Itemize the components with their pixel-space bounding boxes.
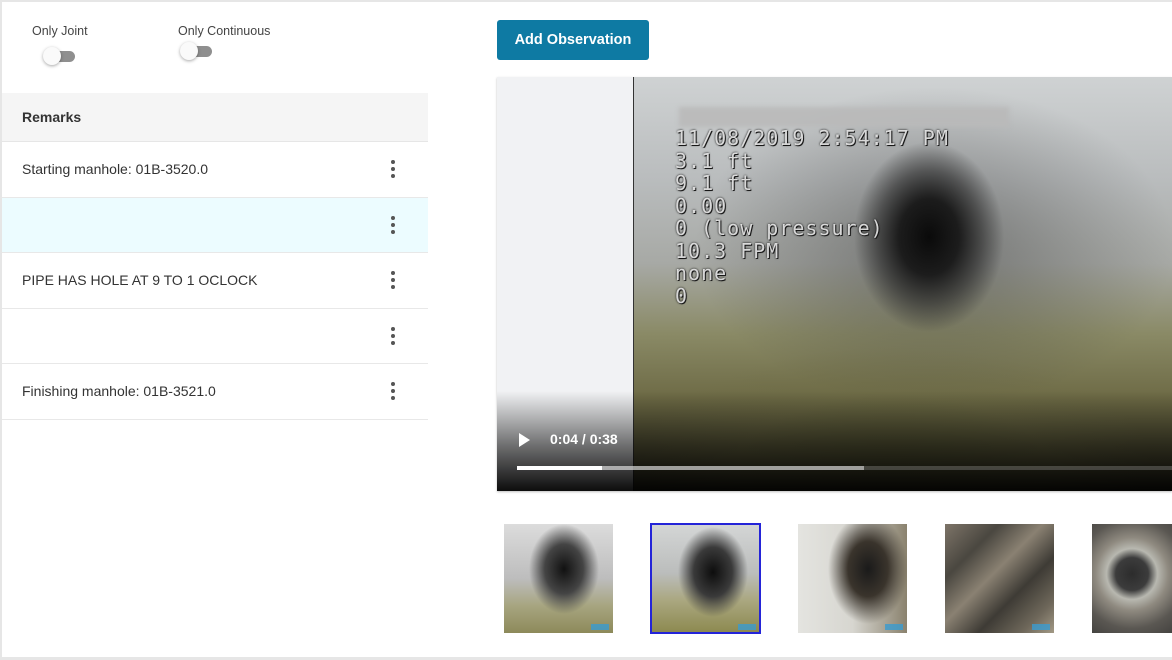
observation-panel: Only Joint Only Continuous Remarks Start… — [2, 2, 1172, 657]
only-joint-label: Only Joint — [32, 24, 88, 38]
only-joint-toggle[interactable] — [42, 47, 77, 65]
redacted-overlay-line — [679, 107, 1009, 127]
more-options-icon[interactable] — [388, 382, 398, 401]
remark-text: PIPE HAS HOLE AT 9 TO 1 OCLOCK — [22, 272, 258, 289]
more-options-icon[interactable] — [388, 160, 398, 179]
more-options-icon[interactable] — [388, 215, 398, 234]
video-played-bar — [517, 466, 603, 470]
thumbnail[interactable] — [1092, 524, 1172, 633]
thumbnail[interactable] — [945, 524, 1054, 633]
only-continuous-filter: Only Continuous — [178, 24, 270, 60]
more-options-icon[interactable] — [388, 271, 398, 290]
more-options-icon[interactable] — [388, 326, 398, 345]
remark-row[interactable] — [2, 197, 428, 253]
remark-row[interactable] — [2, 309, 428, 364]
only-joint-filter: Only Joint — [32, 24, 88, 65]
remark-row[interactable]: PIPE HAS HOLE AT 9 TO 1 OCLOCK — [2, 253, 428, 309]
remarks-table: Remarks Starting manhole: 01B-3520.0 PIPE… — [2, 93, 428, 420]
remark-text: Starting manhole: 01B-3520.0 — [22, 161, 209, 178]
thumbnail[interactable] — [504, 524, 613, 633]
remark-row[interactable]: Finishing manhole: 01B-3521.0 — [2, 364, 428, 420]
remarks-header: Remarks — [2, 93, 428, 142]
add-observation-button[interactable]: Add Observation — [497, 20, 649, 60]
only-continuous-label: Only Continuous — [178, 24, 271, 38]
video-player[interactable]: 11/08/2019 2:54:17 PM 3.1 ft 9.1 ft 0.00… — [497, 77, 1172, 491]
thumbnail[interactable] — [650, 523, 761, 634]
thumbnail[interactable] — [798, 524, 907, 633]
only-continuous-toggle[interactable] — [180, 42, 214, 60]
remark-row[interactable]: Starting manhole: 01B-3520.0 — [2, 142, 428, 198]
video-overlay-text: 11/08/2019 2:54:17 PM 3.1 ft 9.1 ft 0.00… — [675, 126, 949, 308]
remark-text: Finishing manhole: 01B-3521.0 — [22, 383, 216, 400]
play-icon[interactable] — [519, 433, 530, 447]
video-time: 0:04 / 0:38 — [550, 431, 618, 447]
video-progress-bar[interactable] — [517, 466, 1172, 470]
